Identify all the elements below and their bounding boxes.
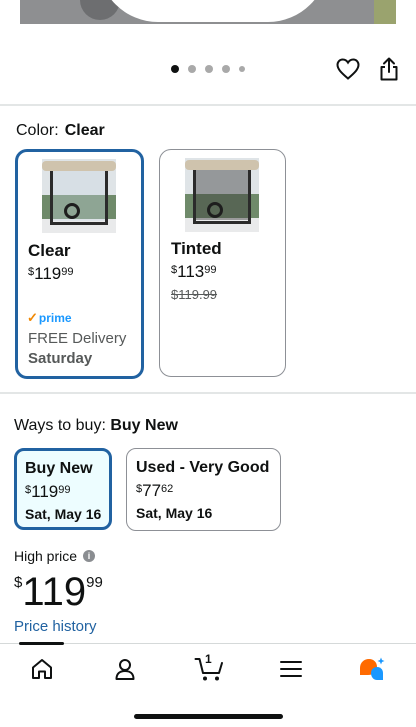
cart-count: 1 [205, 652, 212, 666]
swatch-image-roof [42, 161, 116, 171]
heart-icon [336, 58, 360, 80]
buy-option-used[interactable]: Used - Very Good $ 77 62 Sat, May 16 [126, 448, 281, 531]
swatch-name: Tinted [171, 239, 222, 258]
divider [0, 392, 416, 394]
buy-option-new[interactable]: Buy New $ 119 99 Sat, May 16 [14, 448, 112, 530]
prime-badge-text: prime [38, 311, 72, 325]
swatch-image-frame [193, 170, 251, 224]
buy-option-title: Used - Very Good [136, 459, 270, 476]
swatch-price: $ 113 99 [171, 262, 216, 282]
carousel-dot-1[interactable] [171, 65, 179, 73]
price-whole: 77 [142, 481, 162, 500]
swatch-image-steering-wheel [64, 203, 80, 219]
color-label-text: Color: [16, 122, 59, 139]
divider [0, 104, 416, 106]
ways-to-buy-label: Ways to buy: Buy New [14, 417, 178, 435]
price-history-link[interactable]: Price history [14, 618, 97, 635]
buy-option-title: Buy New [25, 460, 93, 477]
home-indicator [134, 714, 283, 719]
color-option-clear[interactable]: Clear $ 119 99 ✓ prime FREE Delivery Satu… [15, 149, 144, 379]
product-image[interactable] [20, 0, 396, 24]
price-fraction: 99 [61, 266, 74, 278]
carousel-dot-4[interactable] [222, 65, 230, 73]
nav-home[interactable] [25, 654, 59, 684]
buy-option-date: Sat, May 16 [136, 505, 213, 521]
high-price-label: High price i [14, 548, 96, 564]
account-icon [115, 659, 135, 680]
carousel-dot-2[interactable] [188, 65, 196, 73]
product-image-grass [374, 0, 396, 24]
info-icon[interactable]: i [83, 550, 96, 562]
price-whole: 113 [177, 262, 205, 281]
swatch-image-frame [50, 171, 108, 225]
carousel-dot-5[interactable] [239, 66, 245, 72]
color-option-tinted[interactable]: Tinted $ 113 99 $119.99 [159, 149, 286, 377]
high-price-value: $ 119 99 [14, 568, 103, 616]
delivery-day: Saturday [28, 350, 93, 367]
swatch-image-roof [185, 160, 259, 170]
ways-to-buy-label-text: Ways to buy: [14, 417, 106, 434]
swatch-image-steering-wheel [207, 202, 223, 218]
favorite-button[interactable] [335, 56, 361, 82]
nav-rufus[interactable] [355, 654, 389, 684]
rufus-icon [360, 657, 385, 680]
price-fraction: 99 [86, 574, 103, 591]
swatch-name: Clear [28, 241, 71, 260]
price-currency: $ [14, 574, 23, 591]
price-fraction: 99 [204, 264, 217, 276]
buy-option-price: $ 77 62 [136, 481, 173, 501]
price-whole: 119 [22, 570, 87, 614]
price-whole: 119 [34, 264, 62, 283]
nav-account[interactable] [108, 654, 142, 684]
share-button[interactable] [376, 56, 402, 82]
ways-to-buy-selected: Buy New [110, 417, 178, 434]
home-icon [32, 659, 52, 679]
buy-option-price: $ 119 99 [25, 482, 70, 502]
nav-menu[interactable] [274, 654, 308, 684]
high-price-label-text: High price [14, 548, 78, 564]
product-image-cart [98, 0, 328, 22]
color-selected-value: Clear [64, 122, 105, 139]
clear-swatch-image [42, 159, 116, 233]
price-fraction: 99 [58, 484, 71, 496]
carousel-dot-3[interactable] [205, 65, 213, 73]
tinted-swatch-image [185, 158, 259, 232]
color-label: Color: Clear [16, 122, 105, 140]
swatch-price: $ 119 99 [28, 264, 73, 284]
price-whole: 119 [31, 482, 59, 501]
menu-icon [280, 661, 302, 677]
prime-badge: ✓ prime [27, 310, 72, 326]
list-price: $119.99 [171, 287, 218, 302]
price-fraction: 62 [161, 483, 174, 495]
carousel-dots[interactable] [171, 65, 245, 73]
prime-check-icon: ✓ [27, 310, 38, 325]
delivery-text: FREE Delivery [28, 330, 127, 347]
nav-cart[interactable]: 1 [191, 652, 227, 684]
share-icon [380, 57, 398, 81]
buy-option-date: Sat, May 16 [25, 506, 102, 522]
active-tab-indicator [19, 642, 64, 645]
